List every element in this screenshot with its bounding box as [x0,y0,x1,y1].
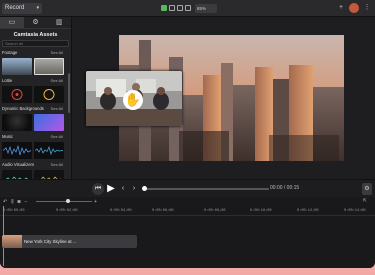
background-thumb[interactable] [34,114,64,131]
record-label: Record [5,5,25,11]
more-icon[interactable]: ⋮ [363,4,371,12]
timeline-ruler[interactable]: 0:00:00;00 0:00:02;00 0:00:04;00 0:00:06… [0,207,375,216]
category-audio-visualizers: Audio Visualizers See All [0,162,71,169]
zoom-value: 85% [197,6,207,11]
ruler-tick: 0:00:04;00 [110,209,132,213]
category-label: Footage [2,50,18,55]
collapse-icon[interactable]: ⇱ [363,198,367,204]
panel-title: Camtasia Assets [13,32,58,38]
visualizer-thumb[interactable] [34,170,64,179]
split-icon[interactable]: ⫼ [11,199,13,205]
camera-icon[interactable]: ◙ [18,199,21,205]
properties-toggle-button[interactable]: ⚙ [362,183,372,195]
equalizer-icon [5,176,29,179]
timeline-toolbar: ↶ ⫼ ◙ − + ⇱ [0,197,375,206]
category-label: Dynamic Backgrounds [2,106,44,111]
ring-icon [43,89,55,100]
next-frame-button[interactable]: › [130,183,138,195]
category-label: Audio Visualizers [2,162,35,167]
play-button[interactable]: ▶ [106,183,116,195]
equalizer-icon [37,176,61,179]
tab-library[interactable]: ▥ [47,17,71,28]
clip-thumbnail [2,235,22,248]
add-icon[interactable]: + [337,4,345,12]
tab-effects[interactable]: ⚙ [24,17,48,28]
tab-media[interactable]: ▭ [0,17,24,28]
timecode-display: 00:00 / 00:15 [270,185,300,191]
select-tool-icon[interactable] [161,5,167,11]
app-window: Record ▾ 85% + ⋮ ▭ ⚙ ▥ Camtasia Assets S… [0,0,375,268]
see-all-link[interactable]: See All [51,78,63,83]
avatar[interactable] [349,3,359,13]
scrubber-bar[interactable] [142,186,269,191]
ruler-tick: 0:00:14;00 [344,209,366,213]
top-toolbar: Record ▾ 85% + ⋮ [0,0,375,17]
category-lottie: Lottie See All [0,78,71,85]
background-thumbs [0,114,71,131]
panel-scrollbar[interactable] [68,73,70,113]
waveform-icon [34,145,64,156]
top-right-controls: + ⋮ [337,3,371,13]
ruler-tick: 0:00:08;00 [204,209,226,213]
category-music: Music See All [0,134,71,141]
see-all-link[interactable]: See All [51,50,63,55]
see-all-link[interactable]: See All [51,162,63,167]
visualizer-thumbs [0,170,71,179]
previous-frame-button[interactable]: ‹ [119,183,127,195]
ruler-tick: 0:00:00;00 [3,209,25,213]
ruler-tick: 0:00:02;00 [56,209,78,213]
canvas-tools [161,5,191,11]
grid-tool-icon[interactable] [185,5,191,11]
zoom-in-icon[interactable]: + [94,199,97,205]
record-button[interactable]: Record ▾ [2,3,42,14]
category-label: Music [2,134,13,139]
playback-controls: ⏮ ▶ ‹ › 00:00 / 00:15 ⚙ [0,179,375,197]
background-thumb[interactable] [2,114,32,131]
target-icon [11,89,23,100]
clip-label: New York City Skyline at ... [24,239,77,244]
panel-tabs: ▭ ⚙ ▥ [0,17,71,29]
waveform-icon [2,144,32,156]
lottie-thumbs [0,86,71,103]
zoom-out-icon[interactable]: − [25,199,28,205]
ruler-tick: 0:00:06;00 [152,209,174,213]
scrubber-knob[interactable] [142,186,147,191]
timeline-zoom-slider[interactable] [36,199,92,203]
ruler-tick: 0:00:10;00 [250,209,272,213]
assets-search-input[interactable]: Search all [2,40,69,47]
grab-hand-cursor-icon: ✋ [123,90,143,110]
chevron-down-icon: ▾ [36,5,39,11]
see-all-link[interactable]: See All [51,134,63,139]
lottie-thumb[interactable] [2,86,32,103]
undo-icon[interactable]: ↶ [3,199,7,205]
category-footage: Footage See All [0,50,71,57]
footage-thumb[interactable] [2,58,32,75]
see-all-link[interactable]: See All [51,106,63,111]
footage-thumbs [0,58,71,75]
lottie-thumb[interactable] [34,86,64,103]
ruler-tick: 0:00:12;00 [297,209,319,213]
music-thumb[interactable] [2,142,32,159]
pan-tool-icon[interactable] [169,5,175,11]
timeline-zoom-knob[interactable] [66,199,70,203]
music-thumb[interactable] [34,142,64,159]
category-label: Lottie [2,78,13,83]
crop-tool-icon[interactable] [177,5,183,11]
zoom-dropdown[interactable]: 85% [195,4,217,13]
assets-panel: ▭ ⚙ ▥ Camtasia Assets Search all Footage… [0,17,72,179]
visualizer-thumb[interactable] [2,170,32,179]
timeline-panel: ↶ ⫼ ◙ − + ⇱ 0:00:00;00 0:00:02;00 0:00:0… [0,197,375,268]
footage-thumb[interactable] [34,58,64,75]
music-thumbs [0,142,71,159]
rewind-button[interactable]: ⏮ [92,183,104,195]
category-dynamic-backgrounds: Dynamic Backgrounds See All [0,106,71,113]
timeline-clip[interactable]: New York City Skyline at ... [2,235,137,248]
